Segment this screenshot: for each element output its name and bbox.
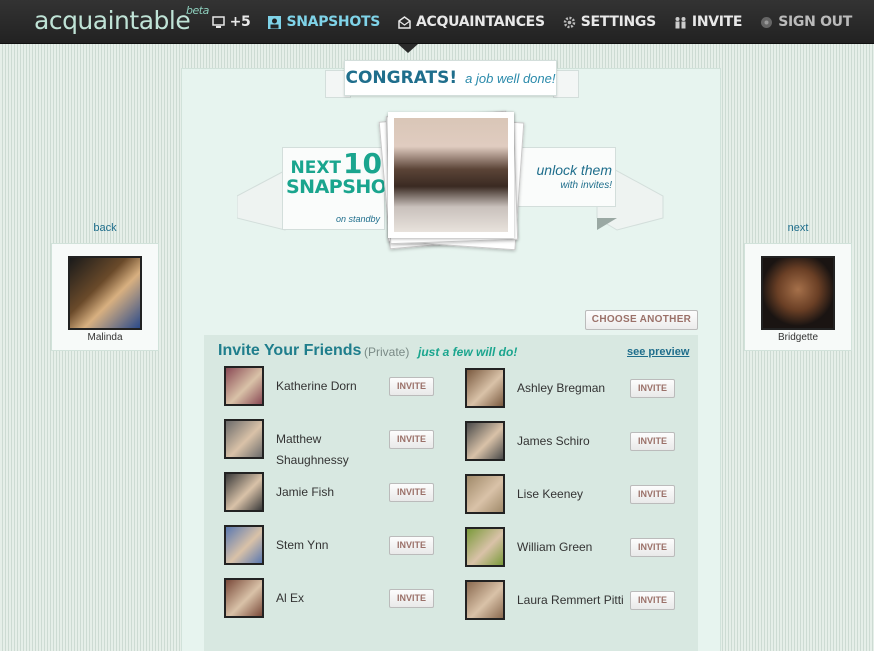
- envelope-icon: [398, 15, 411, 29]
- unlock-text: unlock them with invites!: [520, 162, 612, 191]
- unlock-heading: unlock them: [536, 162, 612, 178]
- invite-button[interactable]: INVITE: [389, 589, 434, 608]
- friend-photo: [465, 368, 505, 408]
- nav-settings-label: Settings: [580, 14, 656, 30]
- back-link[interactable]: back: [51, 222, 159, 234]
- beta-label: beta: [186, 4, 209, 17]
- next-card[interactable]: Bridgette: [744, 243, 852, 351]
- invite-button[interactable]: INVITE: [630, 432, 675, 451]
- logo[interactable]: acquaintable beta: [34, 4, 209, 35]
- friend-name: Stem Ynn: [276, 538, 329, 552]
- friend-photo: [465, 474, 505, 514]
- power-icon: [761, 16, 773, 28]
- invite-title: Invite Your Friends: [218, 342, 362, 359]
- choose-another-button[interactable]: CHOOSE ANOTHER: [585, 310, 698, 330]
- people-icon: [675, 16, 686, 28]
- friend-name: Katherine Dorn: [276, 379, 357, 393]
- back-card[interactable]: Malinda: [51, 243, 159, 351]
- next-name: Bridgette: [777, 332, 819, 343]
- friend-photo: [224, 578, 264, 618]
- friend-photo: [465, 580, 505, 620]
- congrats-heading: CONGRATS!: [345, 68, 458, 88]
- invite-button[interactable]: INVITE: [389, 536, 434, 555]
- friend-name: Matthew Shaughnessy: [276, 432, 349, 467]
- next-link[interactable]: next: [744, 222, 852, 234]
- nav-settings[interactable]: Settings: [563, 14, 656, 30]
- invite-private-label: (Private): [364, 345, 410, 359]
- congrats-banner: CONGRATS! a job well done!: [344, 60, 557, 96]
- friend-photo: [224, 472, 264, 512]
- invite-button[interactable]: INVITE: [389, 430, 434, 449]
- back-name: Malinda: [87, 332, 123, 343]
- friend-photo: [465, 421, 505, 461]
- invite-button[interactable]: INVITE: [630, 591, 675, 610]
- nav-sign-out-label: Sign Out: [778, 14, 852, 30]
- next-snapshots-heading: NEXT10 SNAPSHOTS: [286, 150, 413, 198]
- see-preview-link[interactable]: see preview: [627, 346, 689, 358]
- nav-notifications-label: +5: [229, 14, 251, 30]
- with-invites-label: with invites!: [560, 180, 612, 191]
- nav-invite-label: Invite: [691, 14, 743, 30]
- top-bar: acquaintable beta +5 Snapshots Acquainta…: [0, 0, 874, 44]
- invite-button[interactable]: INVITE: [630, 379, 675, 398]
- invite-button[interactable]: INVITE: [630, 485, 675, 504]
- logo-text: acquaintable: [34, 6, 191, 35]
- invite-button[interactable]: INVITE: [389, 483, 434, 502]
- active-nav-pointer: [398, 44, 418, 53]
- nav-acquaintances-label: Acquaintances: [415, 14, 545, 30]
- friend-photo: [224, 419, 264, 459]
- friend-name: Laura Remmert Pitti: [517, 593, 624, 607]
- congrats-subtext: a job well done!: [465, 70, 556, 86]
- nav-snapshots[interactable]: Snapshots: [268, 14, 380, 30]
- invite-tagline: just a few will do!: [418, 345, 518, 359]
- next-word: NEXT: [290, 158, 342, 178]
- friend-name: Al Ex: [276, 591, 305, 605]
- next-photo: [761, 256, 835, 330]
- monitor-icon: [211, 15, 225, 28]
- nav-invite[interactable]: Invite: [674, 14, 743, 30]
- invite-button[interactable]: INVITE: [389, 377, 434, 396]
- nav-notifications[interactable]: +5: [211, 14, 251, 30]
- snapshot-image: [394, 118, 508, 232]
- friend-photo: [224, 525, 264, 565]
- invite-button[interactable]: INVITE: [630, 538, 675, 557]
- nav-snapshots-label: Snapshots: [286, 14, 380, 30]
- gear-icon: [563, 16, 575, 28]
- standby-label: on standby: [335, 214, 380, 224]
- main-nav: +5 Snapshots Acquaintances Settings Invi…: [211, 0, 852, 44]
- friend-name: Jamie Fish: [276, 485, 335, 499]
- friend-photo: [224, 366, 264, 406]
- snapshot-photo: [388, 112, 514, 238]
- friend-name: William Green: [517, 540, 593, 554]
- back-photo: [68, 256, 142, 330]
- nav-sign-out[interactable]: Sign Out: [760, 14, 852, 30]
- friend-name: James Schiro: [517, 434, 590, 448]
- friend-photo: [465, 527, 505, 567]
- friend-name: Lise Keeney: [517, 487, 584, 501]
- snapshots-word: SNAPSHOTS: [286, 176, 413, 198]
- portrait-icon: [268, 15, 282, 29]
- nav-acquaintances[interactable]: Acquaintances: [398, 14, 545, 30]
- friend-name: Ashley Bregman: [517, 381, 606, 395]
